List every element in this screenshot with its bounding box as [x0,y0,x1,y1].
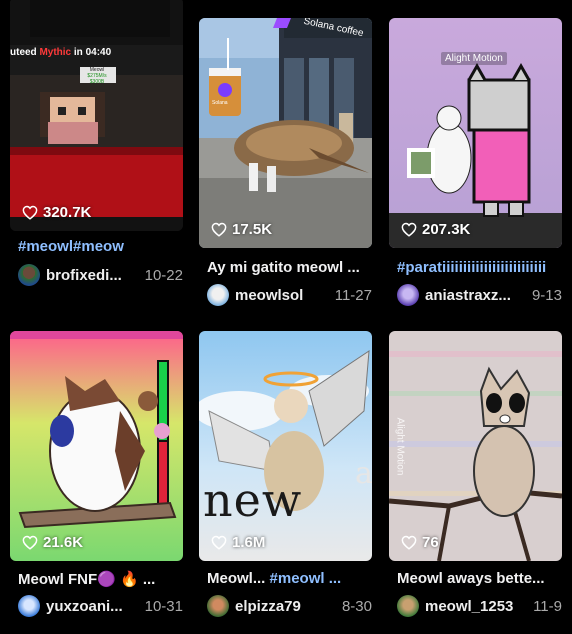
caption-hashtag[interactable]: #paratiiiiiiiiiiiiiiiiiiiiiiiii [397,259,546,276]
like-count: 207.3K [401,221,470,238]
overlay-stats: Meowl $275M/s $300B [72,67,122,85]
post-date: 10-22 [144,266,183,284]
like-count: 320.7K [22,204,91,221]
avatar[interactable] [207,595,229,617]
author-row[interactable]: meowlsol 11-27 [207,284,372,306]
overlay-title-mythic: Mythic [39,47,72,58]
author-name[interactable]: yuxzoani... [46,598,137,615]
video-thumbnail[interactable]: 21.6K [10,331,183,561]
author-name[interactable]: aniastraxz... [425,287,524,304]
video-thumbnail[interactable]: new a 1.6M [199,331,372,561]
video-thumbnail[interactable]: uteed Mythic in 04:40 Meowl $275M/s $300… [10,0,183,231]
overlay-stat-total: $300B [89,79,105,85]
like-count-value: 21.6K [43,534,84,551]
avatar[interactable] [18,264,40,286]
author-row[interactable]: meowl_1253 11-9 [397,595,562,617]
post-date: 8-30 [341,597,372,615]
video-thumbnail[interactable]: Solana coffee Solana 17.5K [199,18,372,248]
avatar[interactable] [18,595,40,617]
author-row[interactable]: aniastraxz... 9-13 [397,284,562,306]
post-date: 11-27 [334,286,372,304]
overlay-title-left: uteed [10,47,37,58]
like-count: 17.5K [211,221,272,238]
author-row[interactable]: brofixedi... 10-22 [18,264,183,286]
heart-outline-icon [401,535,417,550]
video-caption[interactable]: Ay mi gatito meowl ... [207,259,370,276]
watermark: Alight Motion [394,417,406,476]
author-name[interactable]: meowlsol [235,287,327,304]
video-caption[interactable]: #paratiiiiiiiiiiiiiiiiiiiiiiiii [397,259,560,276]
like-count-value: 1.6M [232,534,266,551]
video-caption[interactable]: #meowl#meow [18,238,181,255]
watermark: Alight Motion [441,52,507,65]
video-caption[interactable]: Meowl FNF🟣 🔥 ... [18,570,181,588]
heart-outline-icon [211,535,227,550]
post-date: 10-31 [144,597,183,615]
like-count-value: 76 [422,534,439,551]
author-name[interactable]: meowl_1253 [425,598,525,615]
like-count: 21.6K [22,534,83,551]
cup-label: Solana [212,100,228,106]
caption-hashtag[interactable]: #meowl ... [270,570,342,587]
like-count-value: 320.7K [43,204,92,221]
overlay-big-text-left: new [203,473,303,527]
author-name[interactable]: elpizza79 [235,598,334,615]
video-thumbnail[interactable]: Alight Motion 76 [389,331,562,561]
video-caption[interactable]: Meowl aways bette... [397,570,560,587]
like-count: 1.6M [211,534,265,551]
post-date: 11-9 [533,597,562,615]
heart-outline-icon [211,222,227,237]
heart-outline-icon [22,535,38,550]
overlay-big-text: new [203,473,302,527]
avatar[interactable] [397,284,419,306]
post-date: 9-13 [531,286,562,304]
video-caption[interactable]: Meowl... #meowl ... [207,570,370,587]
overlay-big-text-right: a [355,456,372,491]
caption-text: Meowl FNF🟣 🔥 ... [18,571,156,588]
heart-outline-icon [22,205,38,220]
caption-text: Meowl... [207,570,270,587]
caption-text: Ay mi gatito meowl ... [207,259,360,276]
author-row[interactable]: elpizza79 8-30 [207,595,372,617]
caption-hashtag[interactable]: #meowl#meow [18,238,124,255]
caption-text: Meowl aways bette... [397,570,545,587]
overlay-title: uteed Mythic in 04:40 [10,47,111,58]
author-name[interactable]: brofixedi... [46,267,137,284]
author-row[interactable]: yuxzoani... 10-31 [18,595,183,617]
avatar[interactable] [207,284,229,306]
like-count-value: 17.5K [232,221,273,238]
heart-outline-icon [401,222,417,237]
video-thumbnail[interactable]: Alight Motion 207.3K [389,18,562,248]
avatar[interactable] [397,595,419,617]
like-count-value: 207.3K [422,221,471,238]
overlay-title-right: in 04:40 [73,47,112,58]
like-count: 76 [401,534,439,551]
